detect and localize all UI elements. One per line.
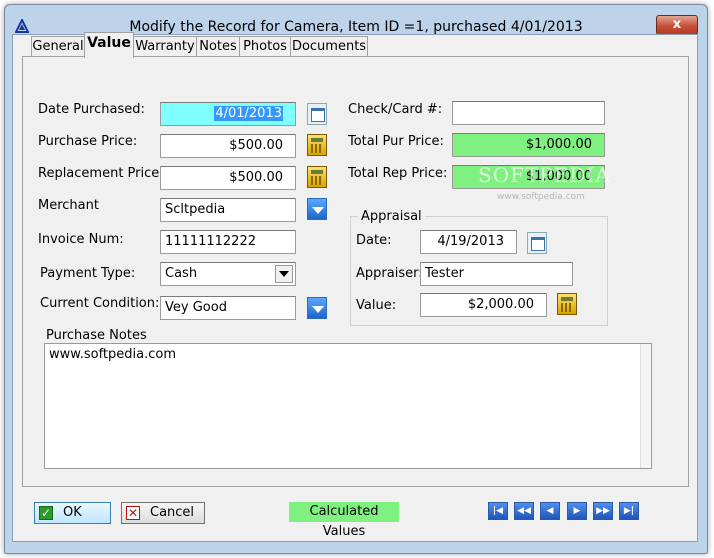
next-record-icon[interactable]: ▶ [567,502,587,520]
total-rep-price-label: Total Rep Price: [348,166,448,181]
first-record-icon[interactable]: |◀ [488,502,508,520]
tab-value[interactable]: Value [84,32,134,58]
tab-documents[interactable]: Documents [290,36,368,57]
payment-type-label: Payment Type: [40,266,136,281]
cancel-button[interactable]: ✕ Cancel [121,502,205,524]
merchant-label: Merchant [38,198,99,213]
purchase-notes-textarea[interactable]: www.softpedia.com [44,343,652,469]
calculator-icon[interactable] [557,293,577,315]
previous-record-icon[interactable]: ◀ [540,502,560,520]
purchase-price-label: Purchase Price: [38,134,138,149]
appraisal-value-field[interactable]: $2,000.00 [420,293,547,317]
total-pur-price-field: $1,000.00 [452,133,605,157]
appraisal-date-label: Date: [356,233,392,248]
check-card-field[interactable] [452,101,605,125]
previous-page-icon[interactable]: ◀◀ [514,502,534,520]
calculated-values-indicator: Calculated Values [289,502,399,539]
tab-photos[interactable]: Photos [239,36,291,57]
merchant-field[interactable]: Scltpedia [160,198,296,222]
condition-dropdown-icon[interactable] [307,297,327,319]
payment-type-value: Cash [165,266,198,281]
invoice-num-label: Invoice Num: [38,232,124,247]
date-purchased-label: Date Purchased: [38,102,145,117]
cancel-x-icon: ✕ [126,506,140,520]
appraisal-date-field[interactable]: 4/19/2013 [420,230,517,254]
ok-button[interactable]: ✓ OK [34,502,111,524]
total-pur-price-label: Total Pur Price: [348,134,444,149]
calendar-icon[interactable] [527,232,547,254]
next-page-icon[interactable]: ▶▶ [593,502,613,520]
appraisal-group-title: Appraisal [358,209,425,224]
tab-notes[interactable]: Notes [196,36,240,57]
purchase-notes-label: Purchase Notes [46,328,147,343]
tab-warranty[interactable]: Warranty [133,36,197,57]
appraiser-field[interactable]: Tester [420,262,573,286]
watermark-url: www.softpedia.com [497,192,585,202]
date-purchased-value: 4/01/2013 [214,106,283,121]
calculator-icon[interactable] [307,166,327,188]
calendar-icon[interactable] [307,103,327,125]
payment-type-select[interactable]: Cash [160,262,296,286]
ok-label: OK [63,505,82,520]
replacement-price-label: Replacement Price: [38,166,164,181]
last-record-icon[interactable]: ▶| [619,502,639,520]
appraisal-value-label: Value: [356,298,397,313]
purchase-notes-text: www.softpedia.com [49,347,176,362]
watermark: SOFTPEDIA [478,163,611,187]
appraiser-label: Appraiser: [356,266,423,281]
close-button[interactable]: x [656,15,698,35]
check-icon: ✓ [39,506,53,520]
merchant-dropdown-icon[interactable] [307,198,327,220]
check-card-label: Check/Card #: [348,102,443,117]
chevron-down-icon[interactable] [275,265,293,283]
cancel-label: Cancel [150,505,195,520]
date-purchased-field[interactable]: 4/01/2013 [160,102,296,126]
purchase-price-field[interactable]: $500.00 [160,134,296,158]
tab-general[interactable]: General [31,36,85,57]
calculator-icon[interactable] [307,134,327,156]
invoice-num-field[interactable]: 11111112222 [160,230,296,254]
current-condition-label: Current Condition: [40,296,160,311]
notes-scrollbar[interactable] [640,344,651,468]
current-condition-field[interactable]: Vey Good [160,296,296,320]
replacement-price-field[interactable]: $500.00 [160,166,296,190]
